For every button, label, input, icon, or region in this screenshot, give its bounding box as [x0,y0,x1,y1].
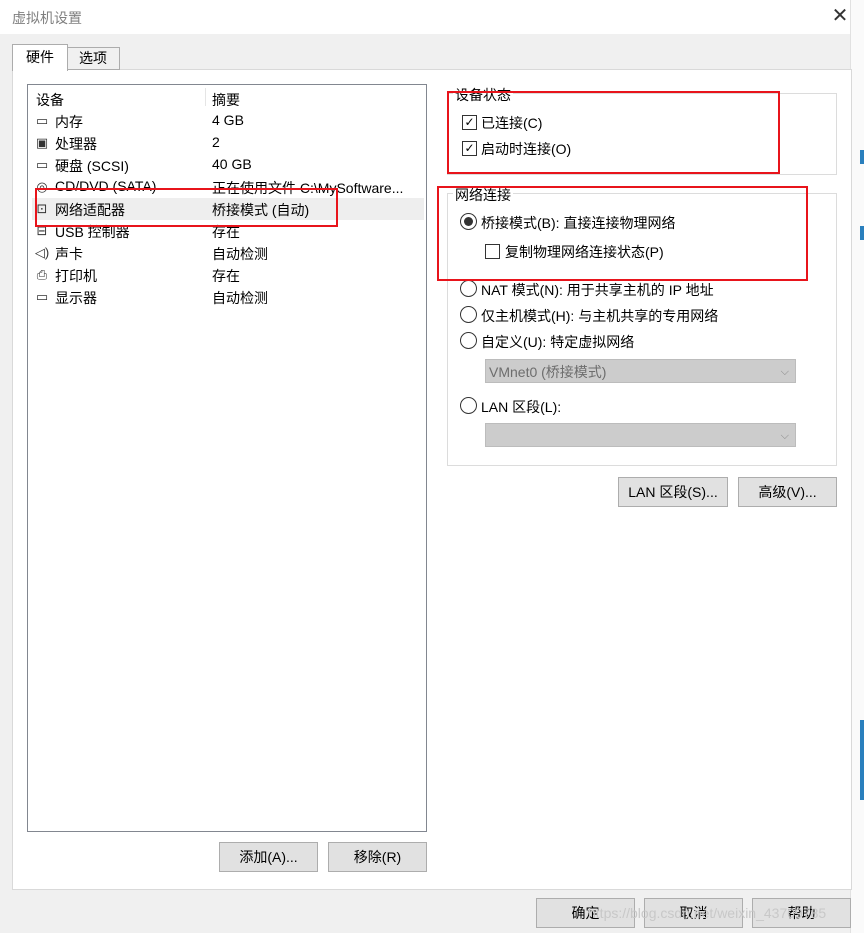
device-summary: 存在 [212,268,240,284]
device-row-printer[interactable]: ⎙ 打印机 存在 [32,264,424,286]
device-name: 处理器 [55,136,97,152]
highlight-box-bridged [437,186,808,281]
device-summary: 40 GB [212,156,252,172]
device-row-processor[interactable]: ▣ 处理器 2 [32,132,424,154]
sound-icon: ◁) [34,245,50,260]
edge-marker [860,720,864,800]
lan-segments-button[interactable]: LAN 区段(S)... [618,477,728,507]
watermark: https://blog.csdn.net/weixin_43709785 [588,905,827,921]
device-column-header[interactable]: 设备 [36,90,64,110]
device-name: 显示器 [55,290,97,306]
tab-options[interactable]: 选项 [66,47,120,70]
hard-disk-icon: ▭ [35,157,49,172]
advanced-button[interactable]: 高级(V)... [738,477,837,507]
add-button[interactable]: 添加(A)... [219,842,318,872]
edge-marker [860,150,864,164]
highlight-box-network-adapter [35,188,338,227]
tab-hardware[interactable]: 硬件 [12,44,68,71]
device-row-sound[interactable]: ◁) 声卡 自动检测 [32,242,424,264]
device-summary: 4 GB [212,112,244,128]
lan-segment-label[interactable]: LAN 区段(L): [481,397,561,417]
device-row-memory[interactable]: ▭ 内存 4 GB [32,110,424,132]
nat-radio[interactable] [460,280,477,297]
device-name: 内存 [55,114,83,130]
lan-segment-radio[interactable] [460,397,477,414]
device-row-hard-disk[interactable]: ▭ 硬盘 (SCSI) 40 GB [32,154,424,176]
custom-label[interactable]: 自定义(U): 特定虚拟网络 [481,332,634,352]
remove-button[interactable]: 移除(R) [328,842,427,872]
title-bar: 虚拟机设置 ✕ [0,0,850,34]
host-only-radio[interactable] [460,306,477,323]
host-only-label[interactable]: 仅主机模式(H): 与主机共享的专用网络 [481,306,718,326]
column-divider[interactable] [205,88,206,106]
custom-network-value: VMnet0 (桥接模式) [489,364,607,380]
memory-icon: ▭ [35,113,49,128]
device-row-display[interactable]: ▭ 显示器 自动检测 [32,286,424,308]
lan-segment-select[interactable]: ⌵ [485,423,796,447]
processor-icon: ▣ [35,135,49,150]
device-summary: 自动检测 [212,290,268,306]
device-name: 打印机 [55,268,97,284]
device-name: 声卡 [55,246,83,262]
summary-column-header[interactable]: 摘要 [212,90,240,110]
nat-label[interactable]: NAT 模式(N): 用于共享主机的 IP 地址 [481,280,714,300]
printer-icon: ⎙ [36,267,48,282]
display-icon: ▭ [35,289,49,304]
custom-radio[interactable] [460,332,477,349]
chevron-down-icon: ⌵ [780,366,789,378]
highlight-box-device-status [447,91,780,174]
device-summary: 自动检测 [212,246,268,262]
window-title: 虚拟机设置 [12,10,82,26]
device-name: 硬盘 (SCSI) [55,158,129,174]
device-summary: 2 [212,134,220,150]
custom-network-select[interactable]: VMnet0 (桥接模式) ⌵ [485,359,796,383]
chevron-down-icon: ⌵ [780,430,789,442]
edge-marker [860,226,864,240]
